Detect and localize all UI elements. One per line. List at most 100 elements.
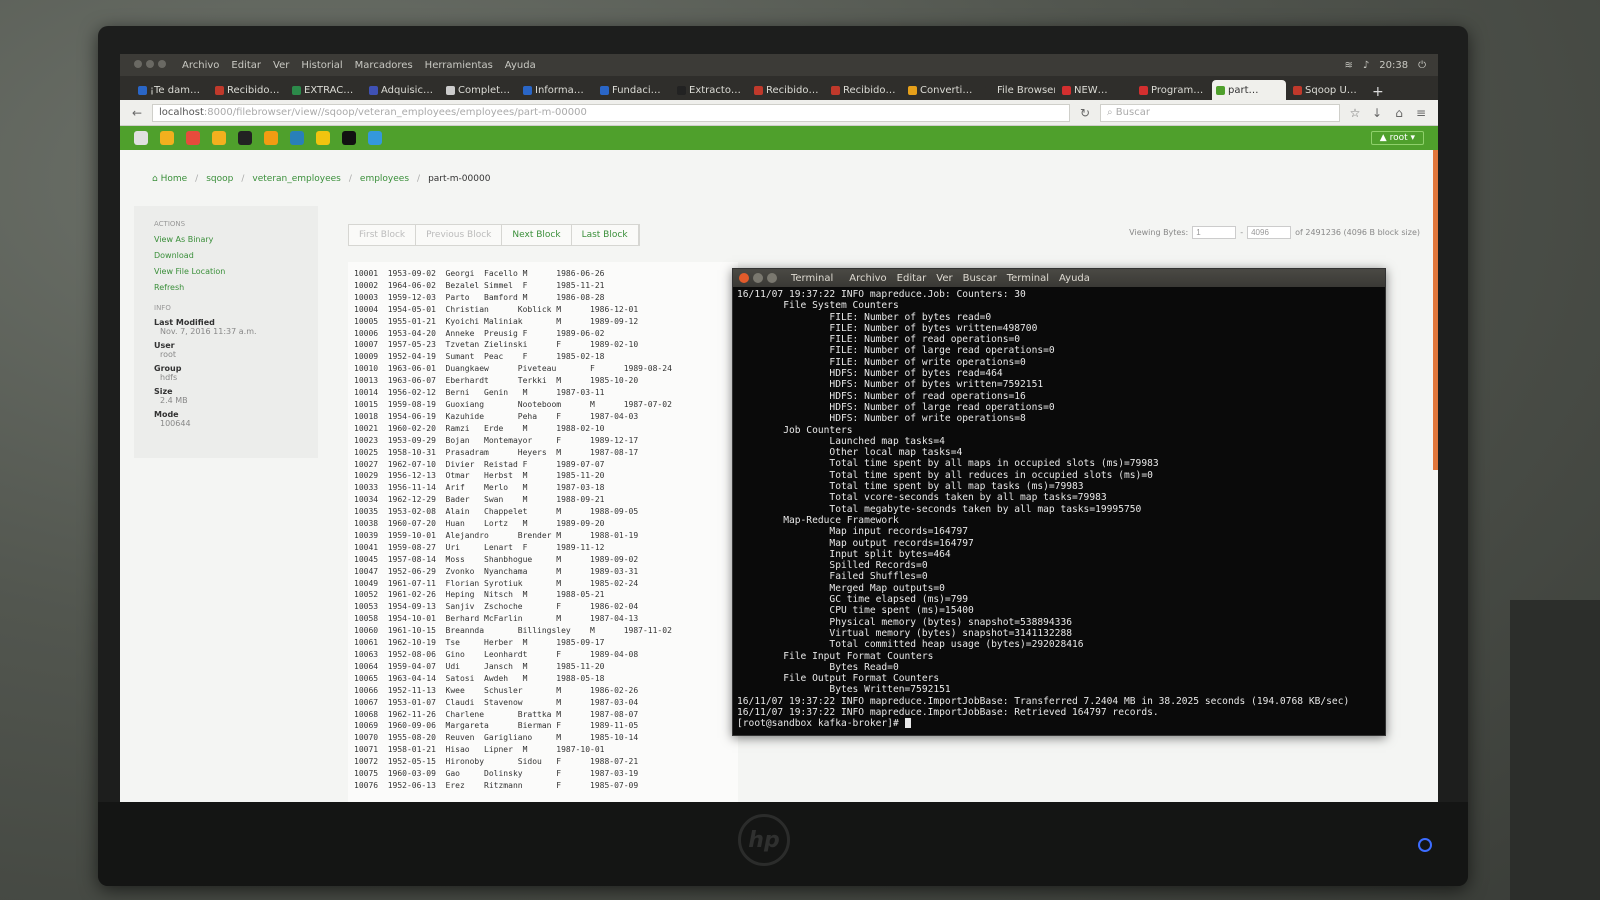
browser-tab[interactable]: Recibido… bbox=[211, 80, 285, 100]
browser-tab[interactable]: File Browser bbox=[981, 80, 1055, 100]
file-line: 10053 1954-09-13 Sanjiv Zschoche F 1986-… bbox=[354, 602, 639, 612]
os-menu-item[interactable]: Ver bbox=[273, 60, 289, 71]
os-menu-item[interactable]: Historial bbox=[301, 60, 342, 71]
hue-app-icon[interactable] bbox=[264, 131, 278, 145]
menu-icon[interactable]: ≡ bbox=[1414, 106, 1428, 120]
file-line: 10064 1959-04-07 Udi Jansch M 1985-11-20 bbox=[354, 661, 605, 671]
browser-tab[interactable]: part… bbox=[1212, 80, 1286, 100]
hue-app-icon[interactable] bbox=[134, 131, 148, 145]
power-button-icon[interactable] bbox=[1418, 838, 1432, 852]
browser-tab[interactable]: Fundaci… bbox=[596, 80, 670, 100]
browser-tab[interactable]: Converti… bbox=[904, 80, 978, 100]
clock[interactable]: 20:38 bbox=[1379, 60, 1408, 71]
tab-label: Converti… bbox=[920, 84, 973, 96]
minimize-icon[interactable] bbox=[753, 273, 763, 283]
hue-app-icon[interactable] bbox=[160, 131, 174, 145]
favicon-icon bbox=[138, 85, 147, 95]
browser-tab[interactable]: Adquisic… bbox=[365, 80, 439, 100]
terminal-line: Launched map tasks=4 bbox=[737, 435, 945, 447]
browser-tab[interactable]: Recibido… bbox=[750, 80, 824, 100]
view-file-location-link[interactable]: View File Location bbox=[154, 267, 298, 276]
favicon-icon bbox=[985, 85, 994, 95]
terminal-menu-item[interactable]: Archivo bbox=[849, 273, 886, 284]
terminal-line: FILE: Number of bytes read=0 bbox=[737, 311, 992, 323]
first-block-button[interactable]: First Block bbox=[349, 225, 417, 245]
browser-tab[interactable]: Program… bbox=[1135, 80, 1209, 100]
download-icon[interactable]: ↓ bbox=[1370, 106, 1384, 120]
back-arrow-icon[interactable]: ← bbox=[130, 106, 144, 120]
terminal-menu-item[interactable]: Editar bbox=[897, 273, 927, 284]
previous-block-button[interactable]: Previous Block bbox=[416, 225, 503, 245]
browser-tab[interactable]: Complet… bbox=[442, 80, 516, 100]
view-as-binary-link[interactable]: View As Binary bbox=[154, 235, 298, 244]
window-controls[interactable] bbox=[134, 59, 170, 71]
refresh-link[interactable]: Refresh bbox=[154, 283, 298, 292]
last-block-button[interactable]: Last Block bbox=[572, 225, 639, 245]
favicon-icon bbox=[369, 85, 378, 95]
breadcrumb-home[interactable]: ⌂ Home bbox=[152, 174, 187, 184]
terminal-menu-item[interactable]: Buscar bbox=[963, 273, 997, 284]
block-navigation: First Block Previous Block Next Block La… bbox=[348, 224, 640, 246]
bytes-to-input[interactable] bbox=[1247, 226, 1292, 239]
size-value: 2.4 MB bbox=[160, 396, 188, 405]
file-line: 10033 1956-11-14 Arif Merlo M 1987-03-18 bbox=[354, 483, 605, 493]
breadcrumb-separator: / bbox=[417, 174, 421, 184]
hue-app-icon[interactable] bbox=[290, 131, 304, 145]
terminal-line: Total committed heap usage (bytes)=29202… bbox=[737, 639, 1084, 651]
os-menu-item[interactable]: Marcadores bbox=[355, 60, 413, 71]
breadcrumb-sqoop[interactable]: sqoop bbox=[206, 174, 233, 184]
hue-app-icon[interactable] bbox=[238, 131, 252, 145]
browser-tab[interactable]: Sqoop U… bbox=[1289, 80, 1363, 100]
breadcrumb-home-label: Home bbox=[160, 174, 188, 184]
os-menu-item[interactable]: Archivo bbox=[182, 60, 219, 71]
browser-tab[interactable]: ¡Te dam… bbox=[134, 80, 208, 100]
background-object bbox=[1510, 600, 1600, 900]
power-icon[interactable]: ⏻ bbox=[1418, 60, 1426, 71]
wifi-icon[interactable]: ≋ bbox=[1344, 60, 1352, 71]
scrollbar[interactable] bbox=[1433, 150, 1438, 470]
tab-list: ¡Te dam… Recibido… EXTRAC… Adquisic… Complet… bbox=[134, 80, 1366, 100]
user-menu-button[interactable]: ▲ root ▾ bbox=[1370, 131, 1424, 145]
hue-app-icon[interactable] bbox=[212, 131, 226, 145]
file-line: 10007 1957-05-23 Tzvetan Zielinski F 198… bbox=[354, 340, 639, 350]
reload-icon[interactable]: ↻ bbox=[1078, 106, 1092, 120]
file-line: 10009 1952-04-19 Sumant Peac F 1985-02-1… bbox=[354, 352, 605, 362]
search-input[interactable]: ⌕ Buscar bbox=[1100, 103, 1340, 122]
os-menu-item[interactable]: Editar bbox=[231, 60, 261, 71]
browser-tab[interactable]: Informa… bbox=[519, 80, 593, 100]
maximize-icon[interactable] bbox=[767, 273, 777, 283]
terminal-menu-item[interactable]: Terminal bbox=[1007, 273, 1049, 284]
breadcrumb-employees[interactable]: employees bbox=[360, 174, 409, 184]
terminal-menu-item[interactable]: Ayuda bbox=[1059, 273, 1090, 284]
bytes-from-input[interactable] bbox=[1192, 226, 1237, 239]
browser-tab[interactable]: Recibido… bbox=[827, 80, 901, 100]
download-link[interactable]: Download bbox=[154, 251, 298, 260]
hue-app-icon[interactable] bbox=[368, 131, 382, 145]
terminal-line: HDFS: Number of bytes written=7592151 bbox=[737, 379, 1044, 391]
hue-app-icon[interactable] bbox=[342, 131, 356, 145]
url-input[interactable]: localhost:8000/filebrowser/view//sqoop/v… bbox=[152, 103, 1070, 122]
tab-label: Recibido… bbox=[843, 84, 896, 96]
browser-tab[interactable]: EXTRAC… bbox=[288, 80, 362, 100]
terminal-window[interactable]: Terminal Archivo Editar Ver Buscar Terminal A… bbox=[732, 268, 1386, 736]
terminal-titlebar[interactable]: Terminal Archivo Editar Ver Buscar Terminal A… bbox=[733, 269, 1385, 287]
browser-tab[interactable]: Extracto… bbox=[673, 80, 747, 100]
os-menu-item[interactable]: Herramientas bbox=[425, 60, 493, 71]
volume-icon[interactable]: ♪ bbox=[1363, 60, 1369, 71]
next-block-button[interactable]: Next Block bbox=[502, 225, 572, 245]
os-menu-item[interactable]: Ayuda bbox=[505, 60, 536, 71]
terminal-prompt[interactable]: [root@sandbox kafka-broker]# bbox=[737, 718, 1381, 729]
home-icon[interactable]: ⌂ bbox=[1392, 106, 1406, 120]
terminal-menu-item[interactable]: Ver bbox=[936, 273, 952, 284]
close-icon[interactable] bbox=[739, 273, 749, 283]
terminal-output[interactable]: 16/11/07 19:37:22 INFO mapreduce.Job: Co… bbox=[733, 287, 1385, 735]
browser-tab[interactable]: NEW… bbox=[1058, 80, 1132, 100]
monitor: Archivo Editar Ver Historial Marcadores Herra… bbox=[98, 26, 1468, 886]
breadcrumb-veteran-employees[interactable]: veteran_employees bbox=[252, 174, 340, 184]
file-line: 10014 1956-02-12 Berni Genin M 1987-03-1… bbox=[354, 388, 605, 398]
new-tab-button[interactable]: + bbox=[1366, 84, 1390, 100]
viewing-bytes: Viewing Bytes: - of 2491236 (4096 B bloc… bbox=[1129, 226, 1420, 239]
hue-app-icon[interactable] bbox=[316, 131, 330, 145]
bookmark-star-icon[interactable]: ☆ bbox=[1348, 106, 1362, 120]
hue-app-icon[interactable] bbox=[186, 131, 200, 145]
